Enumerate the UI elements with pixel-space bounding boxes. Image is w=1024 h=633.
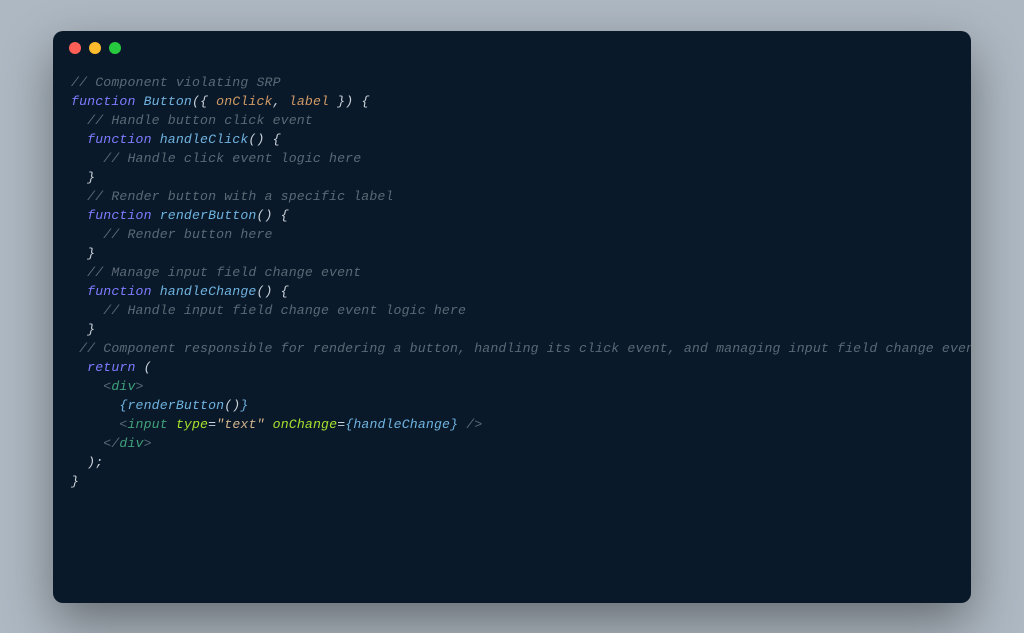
code-keyword: function — [87, 132, 160, 147]
jsx-brace: } — [240, 398, 248, 413]
code-keyword: function — [87, 208, 160, 223]
code-indent — [71, 417, 119, 432]
jsx-tag: input — [127, 417, 175, 432]
code-indent — [71, 379, 103, 394]
code-brace: } — [71, 246, 95, 261]
code-comment: // Component violating SRP — [71, 75, 281, 90]
code-punct: , — [273, 94, 289, 109]
code-string: "text" — [216, 417, 264, 432]
code-function-name: Button — [144, 94, 192, 109]
code-indent — [71, 284, 87, 299]
code-comment: // Render button here — [71, 227, 273, 242]
code-function-name: handleChange — [160, 284, 257, 299]
code-indent — [71, 360, 87, 375]
code-param: onClick — [216, 94, 272, 109]
code-indent — [71, 436, 103, 451]
code-comment: // Handle click event logic here — [71, 151, 361, 166]
code-punct: () { — [256, 208, 288, 223]
code-punct: () { — [256, 284, 288, 299]
code-punct: }) { — [329, 94, 369, 109]
code-punct: ({ — [192, 94, 216, 109]
code-keyword: function — [87, 284, 160, 299]
code-identifier: handleChange — [353, 417, 450, 432]
minimize-icon[interactable] — [89, 42, 101, 54]
code-window: // Component violating SRP function Butt… — [53, 31, 971, 603]
code-content: // Component violating SRP function Butt… — [53, 65, 971, 509]
code-keyword: return — [87, 360, 143, 375]
code-brace: } — [71, 322, 95, 337]
code-comment: // Render button with a specific label — [71, 189, 394, 204]
jsx-tag: div — [111, 379, 135, 394]
code-comment: // Manage input field change event — [71, 265, 361, 280]
code-keyword: function — [71, 94, 144, 109]
code-comment: // Handle button click event — [71, 113, 313, 128]
code-punct: ); — [71, 455, 103, 470]
close-icon[interactable] — [69, 42, 81, 54]
code-comment: // Component responsible for rendering a… — [71, 341, 971, 356]
code-comment: // Handle input field change event logic… — [71, 303, 466, 318]
code-brace: } — [71, 474, 79, 489]
code-function-name: handleClick — [160, 132, 249, 147]
code-punct — [265, 417, 273, 432]
jsx-attr: onChange — [273, 417, 338, 432]
jsx-attr: type — [176, 417, 208, 432]
code-punct: () { — [248, 132, 280, 147]
code-indent — [71, 132, 87, 147]
jsx-angle: > — [144, 436, 152, 451]
window-titlebar — [53, 31, 971, 65]
maximize-icon[interactable] — [109, 42, 121, 54]
jsx-angle: </ — [103, 436, 119, 451]
jsx-angle: /> — [458, 417, 482, 432]
code-punct: () — [224, 398, 240, 413]
code-brace: } — [71, 170, 95, 185]
code-punct: = — [208, 417, 216, 432]
jsx-tag: div — [119, 436, 143, 451]
jsx-brace: } — [450, 417, 458, 432]
code-punct: ( — [144, 360, 152, 375]
code-function-name: renderButton — [160, 208, 257, 223]
code-indent — [71, 398, 119, 413]
code-param: label — [289, 94, 329, 109]
code-function-call: renderButton — [127, 398, 224, 413]
code-indent — [71, 208, 87, 223]
jsx-angle: > — [136, 379, 144, 394]
